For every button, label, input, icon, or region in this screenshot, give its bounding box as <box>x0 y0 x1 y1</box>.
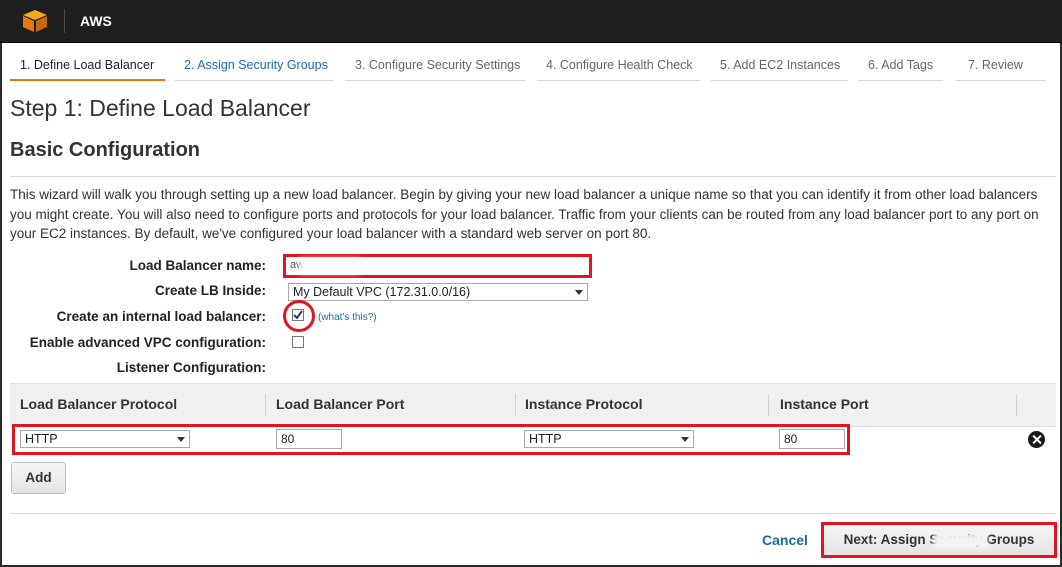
inside-label: Create LB Inside: <box>154 283 266 298</box>
tab-underline <box>858 80 943 81</box>
aws-cube-icon[interactable] <box>22 9 48 33</box>
section-title: Basic Configuration <box>10 139 201 161</box>
tab-active-underline <box>10 79 165 81</box>
tab-configure-security-settings[interactable]: 3. Configure Security Settings <box>355 58 520 72</box>
divider <box>10 513 1056 514</box>
chevron-down-icon <box>575 290 583 295</box>
listener-table-header: Load Balancer Protocol Load Balancer Por… <box>10 383 1056 427</box>
brand-label[interactable]: AWS <box>80 13 112 29</box>
internal-label: Create an internal load balancer: <box>56 309 266 324</box>
redaction-blur <box>300 259 360 273</box>
name-label: Load Balancer name: <box>129 258 266 273</box>
column-divider <box>515 394 516 416</box>
tab-underline <box>175 80 333 81</box>
column-divider <box>265 394 266 416</box>
tab-assign-security-groups[interactable]: 2. Assign Security Groups <box>184 58 328 72</box>
column-divider <box>1016 394 1017 416</box>
column-header: Instance Protocol <box>525 396 643 412</box>
listener-config-label: Listener Configuration: <box>116 360 266 375</box>
cancel-button[interactable]: Cancel <box>762 532 808 548</box>
column-header: Load Balancer Port <box>276 396 405 412</box>
whats-this-link[interactable]: (what's this?) <box>318 312 377 323</box>
tab-add-ec2-instances[interactable]: 5. Add EC2 Instances <box>720 58 840 72</box>
page-title: Step 1: Define Load Balancer <box>10 95 311 121</box>
intro-text: This wizard will walk you through settin… <box>10 187 1039 241</box>
tab-define-load-balancer[interactable]: 1. Define Load Balancer <box>20 58 154 72</box>
annotation-circle <box>283 300 315 332</box>
column-header: Load Balancer Protocol <box>20 396 178 412</box>
top-bar: AWS <box>0 0 1062 43</box>
vpc-select[interactable]: My Default VPC (172.31.0.0/16) <box>288 283 588 301</box>
divider <box>10 176 1056 177</box>
advanced-vpc-label: Enable advanced VPC configuration: <box>29 335 266 350</box>
column-header: Instance Port <box>780 396 869 412</box>
tab-review[interactable]: 7. Review <box>968 58 1023 72</box>
divider <box>64 9 65 33</box>
tab-underline <box>537 80 700 81</box>
add-listener-button[interactable]: Add <box>11 462 66 494</box>
remove-listener-icon[interactable] <box>1028 431 1045 448</box>
advanced-vpc-checkbox[interactable] <box>292 336 304 348</box>
column-divider <box>768 394 769 416</box>
tab-add-tags[interactable]: 6. Add Tags <box>868 58 933 72</box>
tab-underline <box>956 80 1046 81</box>
tab-underline <box>711 80 848 81</box>
annotation-rectangle <box>12 424 850 455</box>
tab-configure-health-check[interactable]: 4. Configure Health Check <box>546 58 693 72</box>
vpc-select-value: My Default VPC (172.31.0.0/16) <box>293 285 471 299</box>
tab-underline <box>345 80 525 81</box>
annotation-rectangle <box>821 522 1057 558</box>
